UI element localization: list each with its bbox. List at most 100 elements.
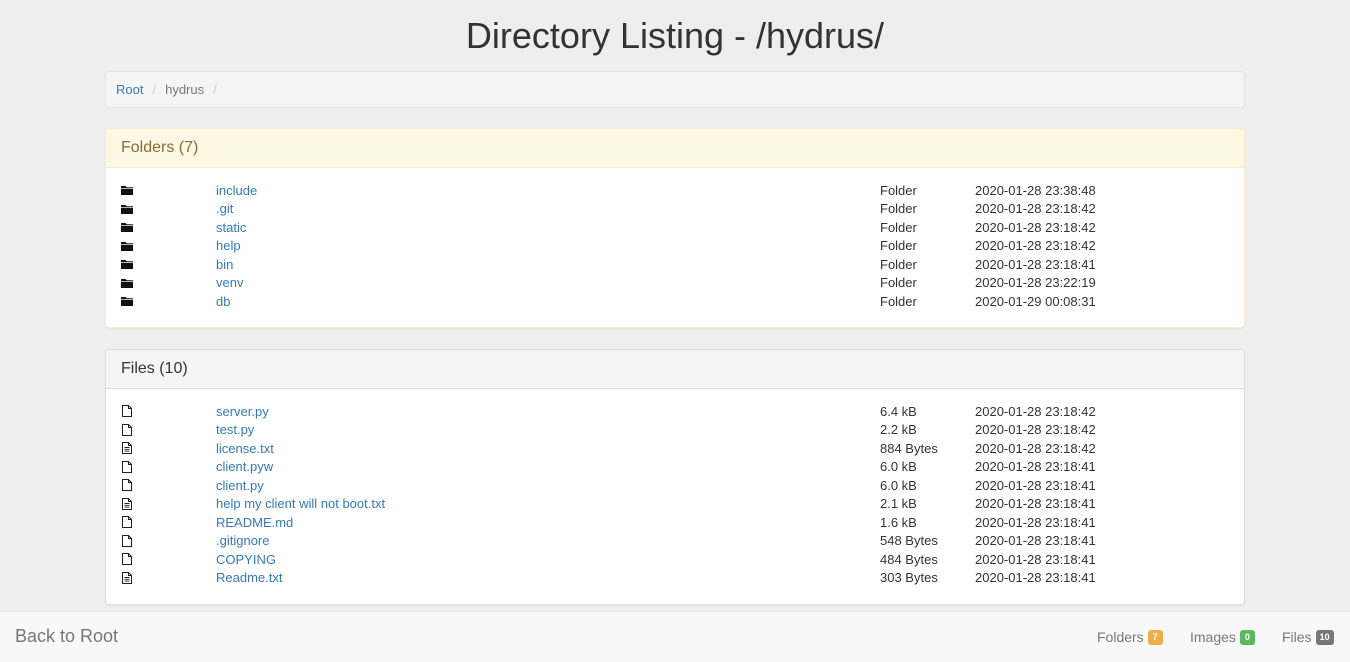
folder-row: bin Folder 2020-01-28 23:18:41 <box>106 255 1244 274</box>
file-row: help my client will not boot.txt 2.1 kB 20… <box>106 495 1244 514</box>
folder-row: db Folder 2020-01-29 00:08:31 <box>106 292 1244 311</box>
folder-link[interactable]: static <box>216 220 246 235</box>
file-link[interactable]: client.py <box>216 478 264 493</box>
modified-date: 2020-01-28 23:18:41 <box>975 551 1096 567</box>
file-icon <box>121 460 133 473</box>
item-type: Folder <box>880 256 917 272</box>
file-link[interactable]: test.py <box>216 422 254 437</box>
file-link[interactable]: server.py <box>216 404 269 419</box>
text-file-icon <box>121 442 133 454</box>
modified-date: 2020-01-28 23:18:42 <box>975 403 1096 419</box>
footer-stat-folders: Folders 7 <box>1097 629 1163 645</box>
modified-date: 2020-01-28 23:18:42 <box>975 422 1096 438</box>
folder-row: .git Folder 2020-01-28 23:18:42 <box>106 200 1244 219</box>
modified-date: 2020-01-28 23:18:42 <box>975 238 1096 254</box>
folder-icon <box>121 277 133 289</box>
file-icon <box>121 516 133 528</box>
text-file-icon <box>121 497 133 510</box>
breadcrumb: Root / hydrus / <box>105 71 1245 108</box>
file-link[interactable]: .gitignore <box>216 533 269 548</box>
file-size: 484 Bytes <box>880 551 938 567</box>
footer-stat-label: Files <box>1282 629 1312 645</box>
breadcrumb-root-link[interactable]: Root <box>116 82 143 97</box>
file-icon <box>121 534 133 547</box>
file-list: server.py 6.4 kB 2020-01-28 23:18:42 test.p… <box>106 389 1244 587</box>
file-row: client.py 6.0 kB 2020-01-28 23:18:41 <box>106 476 1244 495</box>
modified-date: 2020-01-28 23:18:41 <box>975 256 1096 272</box>
folders-count-badge: 7 <box>1147 629 1163 645</box>
folder-link[interactable]: db <box>216 294 230 309</box>
text-file-icon <box>121 571 133 584</box>
file-icon <box>121 553 133 565</box>
file-size: 6.4 kB <box>880 403 917 419</box>
item-type: Folder <box>880 182 917 198</box>
file-link[interactable]: client.pyw <box>216 459 273 474</box>
folder-icon <box>121 221 133 233</box>
folder-icon <box>121 240 133 252</box>
file-size: 6.0 kB <box>880 459 917 475</box>
item-type: Folder <box>880 275 917 291</box>
folder-icon <box>121 295 133 307</box>
modified-date: 2020-01-28 23:18:41 <box>975 496 1096 512</box>
folder-link[interactable]: .git <box>216 201 233 216</box>
folder-row: help Folder 2020-01-28 23:18:42 <box>106 237 1244 256</box>
breadcrumb-current: hydrus <box>165 82 205 97</box>
files-count-badge: 10 <box>1315 629 1334 645</box>
file-row: client.pyw 6.0 kB 2020-01-28 23:18:41 <box>106 458 1244 477</box>
file-row: README.md 1.6 kB 2020-01-28 23:18:41 <box>106 513 1244 532</box>
images-count-badge: 0 <box>1239 629 1255 645</box>
files-panel: Files (10) server.py 6.4 kB 2020-01-28 23:… <box>105 349 1245 605</box>
modified-date: 2020-01-28 23:18:41 <box>975 477 1096 493</box>
file-link[interactable]: README.md <box>216 515 293 530</box>
modified-date: 2020-01-28 23:18:41 <box>975 514 1096 530</box>
folder-icon <box>121 184 133 196</box>
breadcrumb-separator: / <box>213 82 217 97</box>
modified-date: 2020-01-29 00:08:31 <box>975 293 1096 309</box>
folder-icon <box>121 203 133 215</box>
modified-date: 2020-01-28 23:18:42 <box>975 440 1096 456</box>
footer-stat-label: Images <box>1190 629 1236 645</box>
folder-link[interactable]: venv <box>216 275 243 290</box>
file-row: license.txt 884 Bytes 2020-01-28 23:18:42 <box>106 439 1244 458</box>
folders-panel: Folders (7) include Folder 2020-01-28 23:3… <box>105 128 1245 328</box>
modified-date: 2020-01-28 23:18:42 <box>975 219 1096 235</box>
file-size: 2.2 kB <box>880 422 917 438</box>
file-size: 548 Bytes <box>880 533 938 549</box>
file-row: test.py 2.2 kB 2020-01-28 23:18:42 <box>106 421 1244 440</box>
file-link[interactable]: help my client will not boot.txt <box>216 496 385 511</box>
file-icon <box>121 423 133 436</box>
footer-stat-images: Images 0 <box>1190 629 1255 645</box>
folder-icon <box>121 258 133 270</box>
footer-stat-label: Folders <box>1097 629 1144 645</box>
item-type: Folder <box>880 238 917 254</box>
item-type: Folder <box>880 293 917 309</box>
folder-row: include Folder 2020-01-28 23:38:48 <box>106 181 1244 200</box>
file-size: 884 Bytes <box>880 440 938 456</box>
file-row: server.py 6.4 kB 2020-01-28 23:18:42 <box>106 402 1244 421</box>
file-size: 2.1 kB <box>880 496 917 512</box>
folders-heading: Folders (7) <box>106 129 1244 168</box>
folder-list: include Folder 2020-01-28 23:38:48 .git Fold… <box>106 168 1244 311</box>
file-row: .gitignore 548 Bytes 2020-01-28 23:18:41 <box>106 532 1244 551</box>
folder-link[interactable]: bin <box>216 257 233 272</box>
modified-date: 2020-01-28 23:18:41 <box>975 533 1096 549</box>
modified-date: 2020-01-28 23:22:19 <box>975 275 1096 291</box>
file-link[interactable]: Readme.txt <box>216 570 282 585</box>
item-type: Folder <box>880 201 917 217</box>
files-heading: Files (10) <box>106 350 1244 389</box>
folder-link[interactable]: include <box>216 183 257 198</box>
file-row: Readme.txt 303 Bytes 2020-01-28 23:18:41 <box>106 569 1244 588</box>
breadcrumb-separator: / <box>152 82 157 97</box>
folder-link[interactable]: help <box>216 238 241 253</box>
modified-date: 2020-01-28 23:38:48 <box>975 182 1096 198</box>
file-link[interactable]: COPYING <box>216 552 276 567</box>
back-to-root-link[interactable]: Back to Root <box>15 626 118 647</box>
file-link[interactable]: license.txt <box>216 441 274 456</box>
modified-date: 2020-01-28 23:18:42 <box>975 201 1096 217</box>
page-title: Directory Listing - /hydrus/ <box>465 15 885 56</box>
item-type: Folder <box>880 219 917 235</box>
folder-row: venv Folder 2020-01-28 23:22:19 <box>106 274 1244 293</box>
modified-date: 2020-01-28 23:18:41 <box>975 570 1096 586</box>
file-size: 6.0 kB <box>880 477 917 493</box>
folder-row: static Folder 2020-01-28 23:18:42 <box>106 218 1244 237</box>
